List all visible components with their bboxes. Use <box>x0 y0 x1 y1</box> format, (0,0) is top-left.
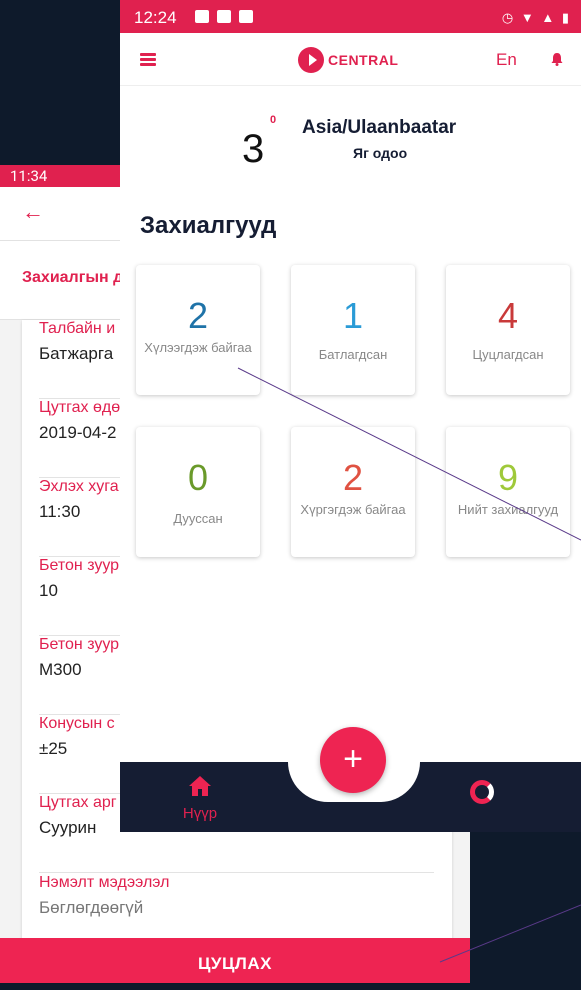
foreground-phone-screen: 12:24 ◷ ▼ ▲ ▮ CENTRAL En 3 0 Asia/Ulaanb… <box>120 0 581 832</box>
field-value: Бөглөгдөөгүй <box>39 898 144 917</box>
language-toggle[interactable]: En <box>496 50 517 70</box>
stat-label: Дууссан <box>173 511 223 526</box>
field-value: 11:30 <box>39 502 81 521</box>
notification-icons <box>195 10 253 23</box>
stat-card-total[interactable]: 9 Нийт захиалгууд <box>446 427 570 557</box>
stat-number: 2 <box>342 457 364 498</box>
field-label: Конусын с <box>39 715 115 732</box>
home-icon <box>189 776 211 796</box>
bell-icon[interactable] <box>550 52 564 66</box>
field-label: Эхлэх хуга <box>39 478 119 495</box>
field-label: Цутгах өдө <box>39 399 121 416</box>
logo-text: CENTRAL <box>328 52 399 68</box>
field-value: 2019-04-2 <box>39 423 117 442</box>
weather-city: Asia/Ulaanbaatar <box>302 117 457 138</box>
central-logo: CENTRAL <box>298 47 398 73</box>
tab-order-detail[interactable]: Захиалгын д <box>22 269 123 287</box>
stat-number: 4 <box>497 295 519 336</box>
field-label: Бетон зуур <box>39 636 120 653</box>
field-value: Батжарга <box>39 344 114 363</box>
stat-card-pending[interactable]: 2 Хүлээгдэж байгаа <box>136 265 260 395</box>
status-time: 11:34 <box>10 167 48 185</box>
logo-mark-icon <box>298 47 324 73</box>
weather-degree: 0 <box>270 114 277 126</box>
stat-card-completed[interactable]: 0 Дууссан <box>136 427 260 557</box>
back-arrow-icon[interactable]: ← <box>22 201 44 223</box>
field-value: Суурин <box>39 818 97 837</box>
field-label: Нэмэлт мэдээлэл <box>39 874 170 891</box>
weather-temperature: 3 <box>242 127 265 171</box>
stat-card-delivering[interactable]: 2 Хүргэгдэж байгаа <box>291 427 415 557</box>
nav-home-label: Нүүр <box>182 805 218 822</box>
facebook-notification-icon <box>217 10 231 23</box>
status-bar: 12:24 ◷ ▼ ▲ ▮ <box>120 0 581 33</box>
field-label: Талбайн и <box>39 320 116 337</box>
image-notification-icon <box>195 10 209 23</box>
orders-section-title: Захиалгууд <box>140 212 277 239</box>
nav-chart-icon[interactable] <box>470 780 494 804</box>
stat-card-cancelled[interactable]: 4 Цуцлагдсан <box>446 265 570 395</box>
hamburger-menu-icon[interactable] <box>140 53 156 66</box>
field-value: 10 <box>39 581 58 600</box>
weather-subtitle: Яг одоо <box>353 145 408 161</box>
stat-number: 0 <box>187 457 209 498</box>
stat-label: Нийт захиалгууд <box>457 502 559 517</box>
stat-card-approved[interactable]: 1 Батлагдсан <box>291 265 415 395</box>
app-header: CENTRAL En <box>120 33 581 86</box>
field-label: Бетон зуур <box>39 557 120 574</box>
status-time: 12:24 <box>134 8 177 27</box>
stat-number: 9 <box>497 457 519 498</box>
stat-label: Хүргэгдэж байгаа <box>300 502 406 517</box>
mail-notification-icon <box>239 10 253 23</box>
cancel-order-button[interactable]: ЦУЦЛАХ <box>0 938 470 983</box>
stat-label: Хүлээгдэж байгаа <box>144 340 252 355</box>
field-value: ±25 <box>39 739 68 758</box>
field-value: M300 <box>39 660 82 679</box>
stat-label: Цуцлагдсан <box>472 347 544 362</box>
add-order-button[interactable]: + <box>320 727 386 793</box>
stat-number: 2 <box>187 295 209 336</box>
stat-number: 1 <box>342 295 364 336</box>
nav-home[interactable]: Нүүр <box>170 775 230 822</box>
system-status-icons: ◷ ▼ ▲ ▮ <box>501 10 571 25</box>
stat-label: Батлагдсан <box>318 347 388 362</box>
field-label: Цутгах арг <box>39 794 117 811</box>
